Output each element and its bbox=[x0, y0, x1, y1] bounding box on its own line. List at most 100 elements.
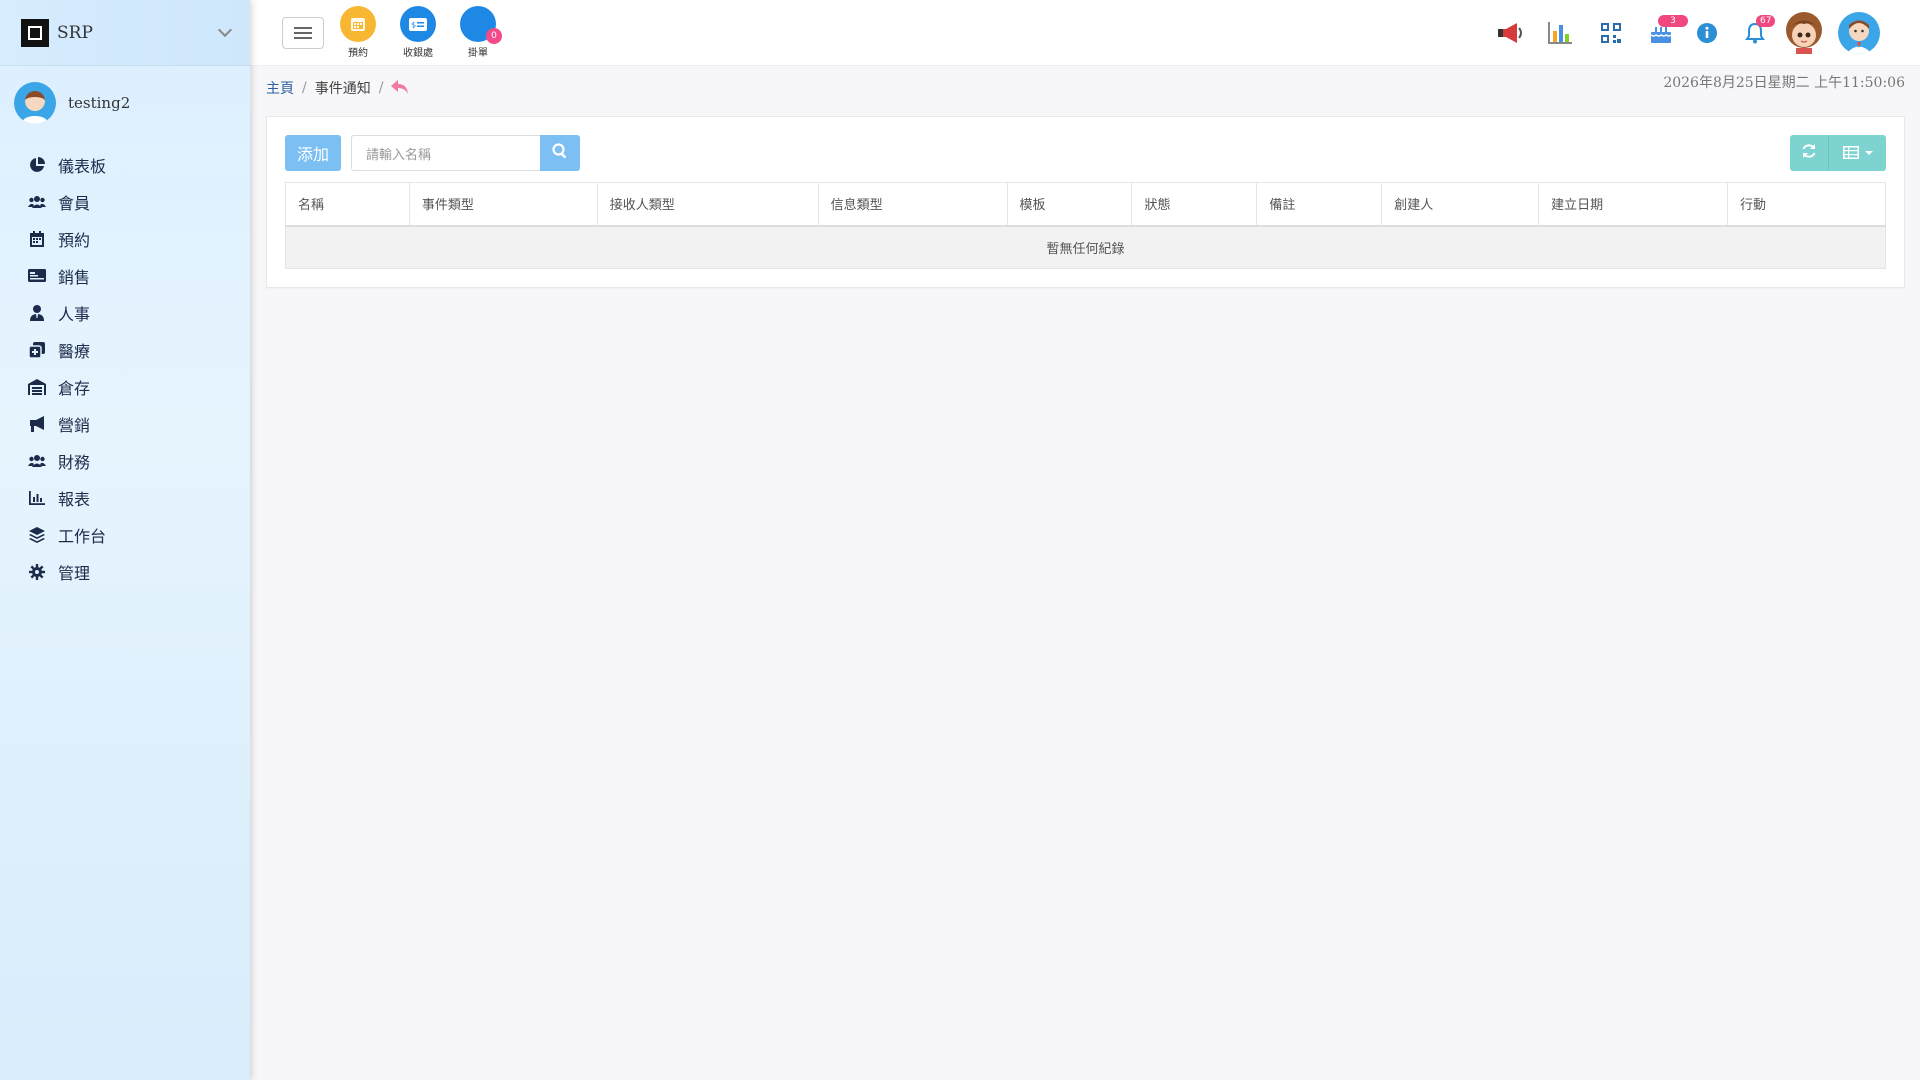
girl-avatar-icon[interactable] bbox=[1782, 10, 1826, 54]
sidebar-item-label: 財務 bbox=[58, 452, 91, 472]
top-bar: 預約 $ 收銀處 0 掛單 3 67 bbox=[250, 0, 1920, 66]
sidebar-item-label: 工作台 bbox=[58, 526, 107, 546]
table-columns-icon bbox=[1842, 144, 1859, 163]
columns-toggle-button[interactable] bbox=[1828, 135, 1886, 171]
sidebar-item-finance[interactable]: 財務 bbox=[0, 442, 250, 479]
layers-icon bbox=[28, 526, 46, 544]
sidebar-item-label: 儀表板 bbox=[58, 156, 107, 176]
search-button[interactable] bbox=[540, 135, 580, 171]
sidebar-item-sales[interactable]: 銷售 bbox=[0, 257, 250, 294]
svg-text:$: $ bbox=[411, 20, 416, 29]
medical-clone-icon bbox=[28, 341, 46, 359]
quick-cashier-button[interactable]: $ 收銀處 bbox=[388, 6, 448, 59]
column-header[interactable]: 名稱 bbox=[285, 182, 410, 227]
bar-chart-icon bbox=[28, 489, 46, 507]
user-tie-icon bbox=[28, 304, 46, 322]
cake-icon[interactable]: 3 bbox=[1646, 15, 1688, 48]
search-input[interactable]: 請輸入名稱 bbox=[351, 135, 541, 171]
breadcrumb: 主頁 / 事件通知 / bbox=[266, 78, 409, 98]
search-icon bbox=[552, 143, 568, 163]
sidebar-item-label: 管理 bbox=[58, 563, 91, 583]
column-header[interactable]: 建立日期 bbox=[1538, 182, 1729, 227]
sidebar-item-label: 營銷 bbox=[58, 415, 91, 435]
cake-badge: 3 bbox=[1658, 15, 1688, 27]
hang-order-icon: 0 bbox=[460, 6, 502, 44]
column-header[interactable]: 備註 bbox=[1256, 182, 1383, 227]
sidebar-item-reports[interactable]: 報表 bbox=[0, 479, 250, 516]
table-tools bbox=[1790, 135, 1886, 171]
calendar-icon bbox=[28, 230, 46, 248]
sidebar-item-booking[interactable]: 預約 bbox=[0, 220, 250, 257]
quick-hang-order-button[interactable]: 0 掛單 bbox=[448, 6, 508, 59]
column-header[interactable]: 創建人 bbox=[1381, 182, 1540, 227]
refresh-button[interactable] bbox=[1790, 135, 1828, 171]
column-header[interactable]: 事件類型 bbox=[408, 182, 598, 227]
calendar-icon bbox=[340, 6, 376, 42]
sidebar-item-label: 會員 bbox=[58, 193, 91, 213]
column-header[interactable]: 狀態 bbox=[1131, 182, 1258, 227]
sidebar-item-dashboard[interactable]: 儀表板 bbox=[0, 146, 250, 183]
sidebar-item-medical[interactable]: 醫療 bbox=[0, 331, 250, 368]
sidebar-nav: 儀表板 會員 預約 銷售 人事 醫療 倉存 營銷 財務 報表 工作台 管理 bbox=[0, 140, 250, 590]
sidebar-item-hr[interactable]: 人事 bbox=[0, 294, 250, 331]
user-avatar-icon[interactable] bbox=[1838, 12, 1880, 54]
column-header[interactable]: 接收人類型 bbox=[596, 182, 819, 227]
breadcrumb-separator: / bbox=[302, 80, 307, 96]
menu-toggle-button[interactable] bbox=[282, 17, 324, 49]
chevron-down-icon bbox=[1864, 151, 1873, 155]
column-header[interactable]: 信息類型 bbox=[817, 182, 1008, 227]
brand-name: SRP bbox=[57, 22, 93, 43]
quick-label: 預約 bbox=[348, 48, 368, 59]
column-header[interactable]: 模板 bbox=[1006, 182, 1133, 227]
sidebar-item-label: 報表 bbox=[58, 489, 91, 509]
sidebar-item-members[interactable]: 會員 bbox=[0, 183, 250, 220]
brand-logo bbox=[21, 18, 49, 47]
warehouse-icon bbox=[28, 378, 46, 396]
sidebar-item-admin[interactable]: 管理 bbox=[0, 553, 250, 590]
empty-table-message: 暫無任何紀錄 bbox=[285, 225, 1886, 269]
current-datetime: 2026年8月25日星期二 上午11:50:06 bbox=[1663, 75, 1905, 91]
sidebar-item-warehouse[interactable]: 倉存 bbox=[0, 368, 250, 405]
quick-label: 掛單 bbox=[468, 48, 488, 59]
info-icon[interactable] bbox=[1692, 18, 1722, 48]
user-profile[interactable]: testing2 bbox=[0, 66, 250, 140]
avatar bbox=[14, 82, 56, 124]
sidebar-item-label: 醫療 bbox=[58, 341, 91, 361]
back-arrow-icon[interactable] bbox=[391, 79, 409, 98]
refresh-icon bbox=[1801, 143, 1817, 163]
add-button[interactable]: 添加 bbox=[285, 135, 341, 171]
sidebar-item-label: 預約 bbox=[58, 230, 91, 250]
sidebar-item-label: 倉存 bbox=[58, 378, 91, 398]
sidebar-item-label: 人事 bbox=[58, 304, 91, 324]
cashier-card-icon: $ bbox=[400, 6, 436, 42]
quick-label: 收銀處 bbox=[403, 48, 433, 59]
users-icon bbox=[28, 193, 46, 211]
table-header-row: 名稱 事件類型 接收人類型 信息類型 模板 狀態 備註 創建人 建立日期 行動 bbox=[285, 182, 1886, 227]
hang-order-badge: 0 bbox=[486, 28, 502, 44]
megaphone-icon[interactable] bbox=[1495, 18, 1525, 48]
event-notification-table: 名稱 事件類型 接收人類型 信息類型 模板 狀態 備註 創建人 建立日期 行動 … bbox=[285, 182, 1886, 269]
bell-icon[interactable]: 67 bbox=[1740, 15, 1776, 48]
breadcrumb-home-link[interactable]: 主頁 bbox=[266, 78, 294, 98]
id-card-icon bbox=[28, 267, 46, 285]
notification-badge: 67 bbox=[1756, 15, 1776, 27]
bar-chart-icon[interactable] bbox=[1545, 18, 1575, 48]
table-row: 暫無任何紀錄 bbox=[285, 225, 1886, 269]
quick-booking-button[interactable]: 預約 bbox=[328, 6, 388, 59]
sidebar: SRP testing2 儀表板 會員 預約 銷售 人事 醫療 倉存 營銷 財務… bbox=[0, 0, 250, 1080]
pie-chart-icon bbox=[28, 156, 46, 174]
sidebar-item-marketing[interactable]: 營銷 bbox=[0, 405, 250, 442]
chevron-down-icon[interactable] bbox=[217, 22, 233, 37]
qr-code-icon[interactable] bbox=[1596, 18, 1626, 48]
gear-icon bbox=[28, 563, 46, 581]
brand-header[interactable]: SRP bbox=[0, 0, 250, 66]
user-name: testing2 bbox=[68, 94, 131, 112]
column-header[interactable]: 行動 bbox=[1727, 182, 1886, 227]
users-icon bbox=[28, 452, 46, 470]
sidebar-item-workbench[interactable]: 工作台 bbox=[0, 516, 250, 553]
bullhorn-icon bbox=[28, 415, 46, 433]
content-panel: 添加 請輸入名稱 名稱 事件類型 接收人類型 信息類型 模板 狀態 備註 創建人… bbox=[266, 116, 1905, 288]
breadcrumb-current: 事件通知 bbox=[314, 81, 371, 97]
sidebar-item-label: 銷售 bbox=[58, 267, 91, 287]
breadcrumb-separator: / bbox=[378, 80, 384, 96]
